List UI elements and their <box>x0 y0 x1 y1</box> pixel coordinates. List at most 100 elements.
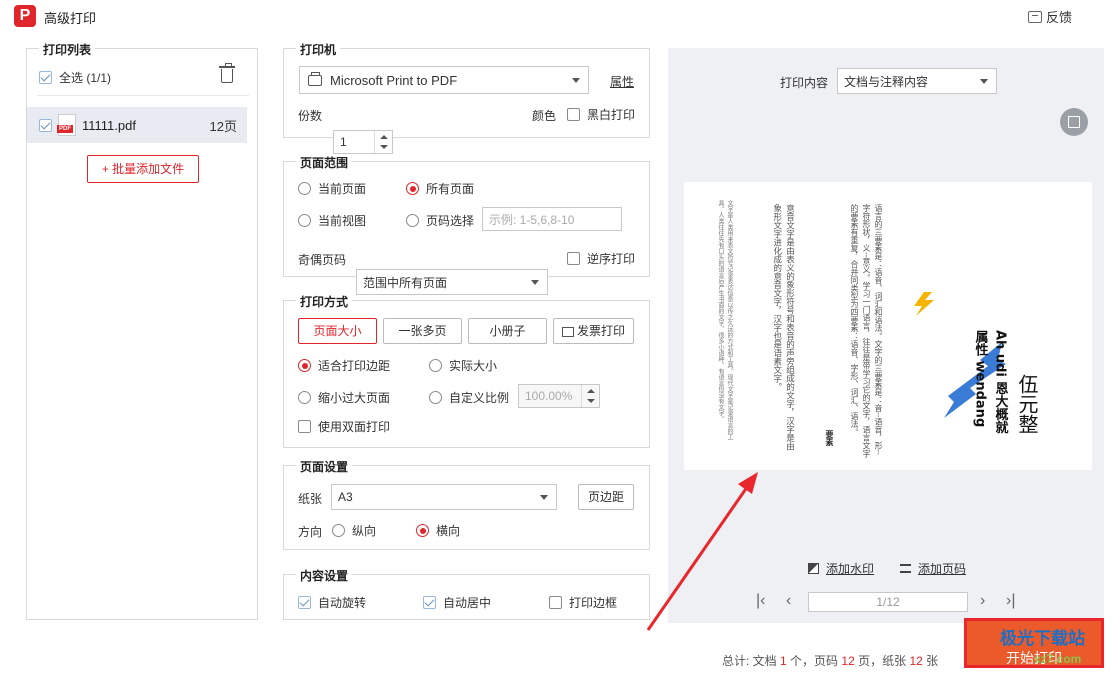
prev-page-icon[interactable]: ‹ <box>786 592 791 610</box>
select-all-label: 全选 (1/1) <box>59 71 112 85</box>
print-list-panel: 打印列表 全选 (1/1) PDF 11111.pdf 12页 + 批量添加文件 <box>26 41 258 620</box>
shrink-large-radio[interactable]: 缩小过大页面 <box>298 389 390 406</box>
chevron-down-icon <box>540 495 548 500</box>
current-view-radio[interactable]: 当前视图 <box>298 212 366 229</box>
all-pages-radio[interactable]: 所有页面 <box>406 180 474 197</box>
landscape-radio[interactable]: 横向 <box>416 522 460 539</box>
chevron-down-icon <box>980 79 988 84</box>
site-watermark-logo: 极光下载站 <box>1000 629 1085 649</box>
all-pages-label: 所有页面 <box>426 182 475 196</box>
feedback-icon <box>1028 10 1042 23</box>
file-checkbox[interactable] <box>39 118 52 132</box>
printer-select[interactable]: Microsoft Print to PDF <box>299 66 589 94</box>
paper-value: A3 <box>338 490 353 504</box>
tab-invoice-print[interactable]: 发票打印 <box>553 318 634 344</box>
bw-print-label: 黑白打印 <box>587 108 636 122</box>
color-label: 颜色 <box>532 109 557 123</box>
summary-docs-unit: 个，页码 <box>790 654 839 668</box>
content-setup-section: 内容设置 自动旋转 自动居中 打印边框 <box>283 567 650 620</box>
auto-center-label: 自动居中 <box>443 596 492 610</box>
batch-add-files-button[interactable]: + 批量添加文件 <box>87 155 199 183</box>
tab-multi-page[interactable]: 一张多页 <box>383 318 462 344</box>
copies-label: 份数 <box>298 109 323 123</box>
preview-text-col4: 语言的三要素是：语音、词汇和语法。文字的三要素是：音--语音，形--字符形状，义… <box>850 204 883 458</box>
preview-text-col6: Ah udi 恩大概就 <box>992 330 1008 434</box>
preview-text-col2: 意音文字是由表义的象形符号和表音的声旁组成的文字，汉字是由象形文字进化成的意音文… <box>771 204 795 451</box>
site-watermark-url: xz7.com <box>1034 652 1082 666</box>
current-view-label: 当前视图 <box>318 214 367 228</box>
trash-icon[interactable] <box>219 63 235 83</box>
custom-scale-label: 自定义比例 <box>449 391 510 405</box>
content-setup-legend: 内容设置 <box>296 567 353 584</box>
file-list-item[interactable]: PDF 11111.pdf 12页 <box>27 107 247 143</box>
page-setup-legend: 页面设置 <box>296 458 353 475</box>
current-page-radio[interactable]: 当前页面 <box>298 180 366 197</box>
stepper-arrows-icon[interactable] <box>374 131 392 153</box>
bw-print-checkbox[interactable]: 黑白打印 <box>567 106 635 123</box>
paper-select[interactable]: A3 <box>331 484 557 510</box>
custom-scale-stepper[interactable]: 100.00% <box>518 384 600 408</box>
print-content-value: 文档与注释内容 <box>844 74 929 89</box>
page-range-legend: 页面范围 <box>296 154 353 171</box>
radio-icon <box>429 391 442 404</box>
window-title: 高级打印 <box>44 11 97 26</box>
page-setup-section: 页面设置 纸张 A3 页边距 方向 纵向 横向 <box>283 458 650 550</box>
duplex-label: 使用双面打印 <box>318 420 391 434</box>
radio-icon <box>332 524 345 537</box>
radio-icon <box>429 359 442 372</box>
print-list-legend: 打印列表 <box>39 41 96 58</box>
page-range-input[interactable]: 示例: 1-5,6,8-10 <box>482 207 622 231</box>
print-mode-legend: 打印方式 <box>296 293 353 310</box>
page-range-section: 页面范围 当前页面 所有页面 当前视图 页码选择 示例: 1-5,6,8-10 … <box>283 154 650 295</box>
stepper-arrows-icon[interactable] <box>581 385 599 407</box>
summary-prefix: 总计: 文档 <box>722 654 777 668</box>
actual-size-radio[interactable]: 实际大小 <box>429 357 497 374</box>
print-content-select[interactable]: 文档与注释内容 <box>837 68 997 94</box>
add-watermark-link[interactable]: 添加水印 <box>808 560 874 577</box>
summary-pages-unit: 页，纸张 <box>858 654 907 668</box>
tab-page-size[interactable]: 页面大小 <box>298 318 377 344</box>
custom-scale-radio[interactable]: 自定义比例 <box>429 389 509 406</box>
add-page-number-label: 添加页码 <box>918 562 967 576</box>
radio-icon <box>416 524 429 537</box>
checkbox-icon <box>423 596 436 609</box>
divider <box>37 95 249 96</box>
printer-properties-link[interactable]: 属性 <box>610 73 634 90</box>
page-select-radio[interactable]: 页码选择 <box>406 212 474 229</box>
chevron-down-icon <box>531 280 539 285</box>
chevron-down-icon <box>572 78 580 83</box>
fullscreen-icon[interactable] <box>1060 108 1088 136</box>
portrait-radio[interactable]: 纵向 <box>332 522 376 539</box>
lightning-annotation-icon <box>914 292 934 316</box>
duplex-checkbox[interactable]: 使用双面打印 <box>298 418 390 435</box>
reverse-print-checkbox[interactable]: 逆序打印 <box>567 250 635 267</box>
feedback-button[interactable]: 反馈 <box>1028 7 1072 26</box>
fit-margin-radio[interactable]: 适合打印边距 <box>298 357 390 374</box>
printer-section: 打印机 Microsoft Print to PDF 属性 份数 1 颜色 黑白… <box>283 41 650 154</box>
add-page-number-link[interactable]: 添加页码 <box>900 560 966 577</box>
copies-stepper[interactable]: 1 <box>333 130 393 154</box>
page-indicator-input[interactable]: 1/12 <box>808 592 968 612</box>
invoice-tab-label: 发票打印 <box>576 324 625 338</box>
auto-center-checkbox[interactable]: 自动居中 <box>423 594 491 611</box>
preview-page: 文字是人类用来表文符号记录表达信息以传之久远的方式和工具。现代文字是记录语言的工… <box>684 182 1092 470</box>
printer-legend: 打印机 <box>296 41 341 58</box>
print-mode-section: 打印方式 页面大小 一张多页 小册子 发票打印 适合打印边距 实际大小 缩小过大… <box>283 293 650 448</box>
next-page-icon[interactable]: › <box>980 592 985 610</box>
auto-rotate-checkbox[interactable]: 自动旋转 <box>298 594 366 611</box>
print-summary: 总计: 文档 1 个，页码 12 页，纸张 12 张 <box>722 652 938 669</box>
tab-booklet[interactable]: 小册子 <box>468 318 547 344</box>
print-border-label: 打印边框 <box>569 596 618 610</box>
current-page-label: 当前页面 <box>318 182 367 196</box>
reverse-print-label: 逆序打印 <box>587 252 636 266</box>
checkbox-icon <box>39 71 52 84</box>
page-select-label: 页码选择 <box>426 214 475 228</box>
odd-even-select[interactable]: 范围中所有页面 <box>356 269 548 295</box>
margins-button[interactable]: 页边距 <box>578 484 634 510</box>
print-border-checkbox[interactable]: 打印边框 <box>549 594 617 611</box>
last-page-icon[interactable]: ›| <box>1006 592 1015 610</box>
printer-selected-value: Microsoft Print to PDF <box>330 72 458 88</box>
checkbox-icon <box>549 596 562 609</box>
select-all-checkbox[interactable]: 全选 (1/1) <box>39 69 111 86</box>
summary-sheets: 12 <box>909 654 923 668</box>
